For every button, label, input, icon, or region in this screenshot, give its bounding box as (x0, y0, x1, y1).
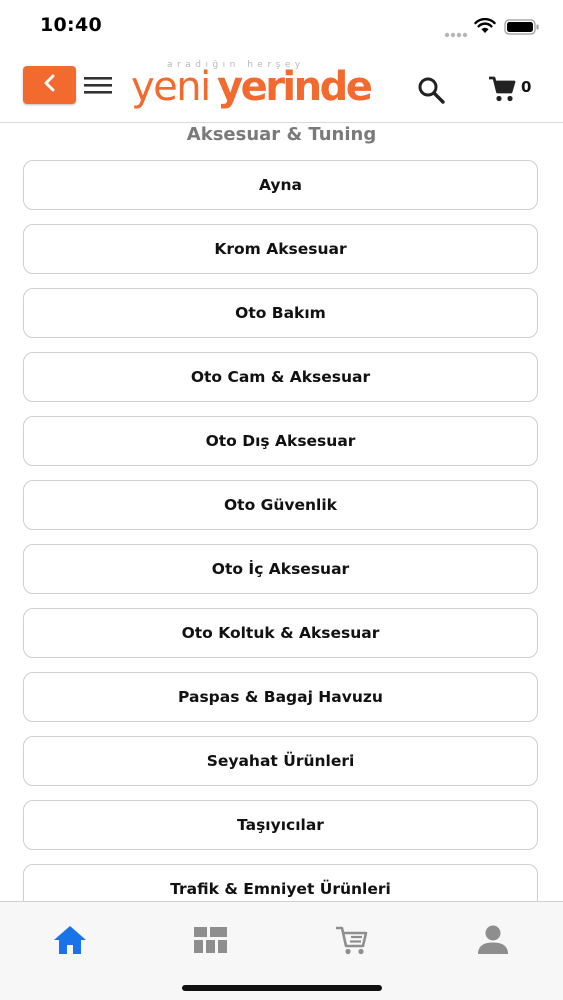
cart-outline-icon (334, 924, 370, 960)
category-item-oto-bakim[interactable]: Oto Bakım (23, 288, 538, 338)
categories-icon (193, 925, 229, 959)
status-time: 10:40 (40, 14, 102, 36)
chevron-left-icon (43, 74, 57, 96)
category-item-oto-cam-aksesuar[interactable]: Oto Cam & Aksesuar (23, 352, 538, 402)
category-item-oto-koltuk-aksesuar[interactable]: Oto Koltuk & Aksesuar (23, 608, 538, 658)
tab-account[interactable] (473, 922, 513, 962)
search-icon (416, 77, 446, 109)
tab-cart[interactable] (332, 922, 372, 962)
cart-icon (487, 76, 517, 108)
wifi-icon (474, 17, 496, 38)
category-item-seyahat-urunleri[interactable]: Seyahat Ürünleri (23, 736, 538, 786)
signal-icon (444, 24, 468, 43)
back-button[interactable] (23, 66, 76, 104)
home-indicator (182, 985, 382, 991)
status-bar: 10:40 (0, 0, 563, 56)
tab-home[interactable] (50, 922, 90, 962)
cart-button[interactable]: 0 (487, 74, 537, 106)
brand-logo[interactable]: aradığın herşey yeni yerinde (131, 56, 393, 116)
cart-count-badge: 0 (521, 78, 532, 96)
app-header: aradığın herşey yeni yerinde 0 (0, 56, 563, 123)
home-icon (52, 924, 88, 960)
logo-text-yeni: yeni (131, 64, 211, 110)
category-item-oto-dis-aksesuar[interactable]: Oto Dış Aksesuar (23, 416, 538, 466)
hamburger-menu-button[interactable] (83, 73, 113, 97)
category-item-krom-aksesuar[interactable]: Krom Aksesuar (23, 224, 538, 274)
tab-categories[interactable] (191, 922, 231, 962)
hamburger-icon (83, 77, 113, 101)
category-item-tasiyicilar[interactable]: Taşıyıcılar (23, 800, 538, 850)
user-icon (475, 924, 511, 960)
battery-icon (504, 19, 540, 39)
app-screen: 10:40 aradığın herşey yeni yerinde 0 Aks… (0, 0, 563, 1000)
search-button[interactable] (416, 75, 446, 105)
page-title: Aksesuar & Tuning (186, 124, 377, 145)
category-item-paspas-bagaj-havuzu[interactable]: Paspas & Bagaj Havuzu (23, 672, 538, 722)
logo-text-yerinde: yerinde (217, 64, 373, 110)
category-item-ayna[interactable]: Ayna (23, 160, 538, 210)
category-item-oto-ic-aksesuar[interactable]: Oto İç Aksesuar (23, 544, 538, 594)
category-item-oto-guvenlik[interactable]: Oto Güvenlik (23, 480, 538, 530)
